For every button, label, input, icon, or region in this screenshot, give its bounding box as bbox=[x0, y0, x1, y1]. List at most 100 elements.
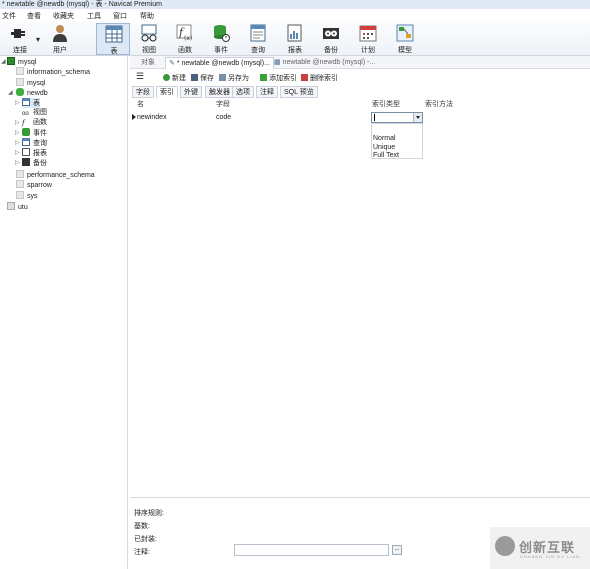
chevron-down-icon[interactable]: ▾ bbox=[36, 35, 40, 44]
view-icon bbox=[141, 24, 157, 42]
expand-icon[interactable]: ▷ bbox=[15, 159, 20, 166]
index-grid: 名 字段 索引类型 索引方法 newindex code bbox=[132, 100, 476, 126]
report-icon bbox=[22, 148, 30, 156]
database-icon bbox=[16, 170, 24, 178]
database-icon bbox=[16, 88, 24, 96]
model-button[interactable]: 模型 bbox=[388, 23, 422, 55]
save-button[interactable]: 保存 bbox=[191, 73, 214, 83]
connect-button[interactable]: 连接 bbox=[3, 23, 37, 55]
expand-icon[interactable]: ▷ bbox=[15, 149, 20, 156]
tab-comment[interactable]: 注释 bbox=[256, 86, 278, 98]
tree-connection-mysql[interactable]: mysql bbox=[7, 57, 36, 67]
column-header-name[interactable]: 名 bbox=[137, 100, 144, 110]
function-icon: f bbox=[22, 119, 25, 127]
tab-fields[interactable]: 字段 bbox=[132, 86, 154, 98]
user-button[interactable]: 用户 bbox=[43, 23, 77, 55]
query-label: 查询 bbox=[251, 47, 265, 54]
column-header-index-method[interactable]: 索引方法 bbox=[425, 100, 453, 110]
tree-queries[interactable]: 查询 bbox=[22, 138, 47, 148]
window-title: * newtable @newdb (mysql) - 表 - Navicat … bbox=[2, 1, 162, 8]
expand-icon[interactable]: ▷ bbox=[15, 139, 20, 146]
option-fulltext[interactable]: Full Text bbox=[373, 151, 399, 160]
menu-favorites[interactable]: 收藏夹 bbox=[53, 11, 74, 21]
tab-foreign-keys[interactable]: 外键 bbox=[180, 86, 202, 98]
table-icon bbox=[105, 25, 123, 43]
tab-newtable-design[interactable]: ✎ * newtable @newdb (mysql)... bbox=[165, 57, 274, 69]
tree-reports[interactable]: 报表 bbox=[22, 148, 47, 158]
option-normal[interactable]: Normal bbox=[373, 134, 396, 143]
main-toolbar: 连接 ▾ 用户 表 视图 f (x) 函数 事件 查询 报表 备份 计划 模型 bbox=[0, 21, 590, 56]
user-icon bbox=[53, 25, 67, 42]
table-row[interactable]: newindex code bbox=[132, 112, 476, 123]
title-bar: * newtable @newdb (mysql) - 表 - Navicat … bbox=[0, 0, 590, 9]
tab-options[interactable]: 选项 bbox=[232, 86, 254, 98]
delete-index-button[interactable]: 删除索引 bbox=[301, 73, 338, 83]
add-index-button[interactable]: 添加索引 bbox=[260, 73, 297, 83]
column-header-field[interactable]: 字段 bbox=[216, 100, 230, 110]
event-button[interactable]: 事件 bbox=[204, 23, 238, 55]
report-button[interactable]: 报表 bbox=[278, 23, 312, 55]
tab-triggers[interactable]: 触发器 bbox=[205, 86, 234, 98]
database-icon bbox=[16, 67, 24, 75]
expand-icon[interactable]: ▷ bbox=[15, 119, 20, 126]
chevron-down-icon[interactable] bbox=[413, 113, 422, 122]
tree-connection-utu[interactable]: utu bbox=[7, 202, 28, 212]
comment-browse-button[interactable]: ... bbox=[392, 545, 402, 555]
menu-icon[interactable]: ☰ bbox=[136, 71, 144, 82]
tree-views[interactable]: oo 视图 bbox=[22, 108, 47, 118]
schedule-button[interactable]: 计划 bbox=[351, 23, 385, 55]
column-header-index-type[interactable]: 索引类型 bbox=[372, 100, 400, 110]
backup-button[interactable]: 备份 bbox=[314, 23, 348, 55]
add-index-icon bbox=[260, 74, 267, 81]
menu-window[interactable]: 窗口 bbox=[113, 11, 127, 21]
tree-db-performance-schema[interactable]: performance_schema bbox=[16, 170, 95, 180]
plug-icon bbox=[11, 29, 25, 38]
tab-indexes[interactable]: 索引 bbox=[156, 86, 178, 98]
expand-icon[interactable]: ▷ bbox=[15, 99, 20, 106]
query-button[interactable]: 查询 bbox=[241, 23, 275, 55]
collapse-icon[interactable]: ◢ bbox=[8, 89, 13, 96]
tree-events[interactable]: 事件 bbox=[22, 128, 47, 138]
new-button[interactable]: 新建 bbox=[163, 73, 186, 83]
new-icon bbox=[163, 74, 170, 81]
tree-db-sys[interactable]: sys bbox=[16, 191, 38, 201]
tree-db-mysql[interactable]: mysql bbox=[16, 78, 45, 88]
collapse-icon[interactable]: ◢ bbox=[1, 58, 6, 65]
tab-sql-preview[interactable]: SQL 预览 bbox=[280, 86, 318, 98]
tree-db-information-schema[interactable]: information_schema bbox=[16, 67, 90, 77]
delete-index-icon bbox=[301, 74, 308, 81]
menu-tools[interactable]: 工具 bbox=[87, 11, 101, 21]
function-button[interactable]: f (x) 函数 bbox=[168, 23, 202, 55]
function-icon: f (x) bbox=[176, 24, 192, 42]
event-icon bbox=[214, 25, 230, 42]
menu-file[interactable]: 文件 bbox=[2, 11, 16, 21]
expand-icon[interactable]: ▷ bbox=[15, 129, 20, 136]
view-button[interactable]: 视图 bbox=[132, 23, 166, 55]
tab-newtable-data[interactable]: ▦ newtable @newdb (mysql) -... bbox=[271, 57, 378, 69]
menu-help[interactable]: 帮助 bbox=[140, 11, 154, 21]
tree-tables[interactable]: 表 bbox=[22, 98, 40, 108]
save-as-button[interactable]: 另存为 bbox=[219, 73, 249, 83]
tree-functions[interactable]: f 函数 bbox=[22, 118, 47, 128]
query-icon bbox=[250, 24, 266, 42]
tree-db-newdb[interactable]: newdb bbox=[16, 88, 48, 98]
index-field-cell[interactable]: code bbox=[216, 112, 231, 123]
comment-input[interactable] bbox=[234, 544, 389, 556]
index-type-select[interactable] bbox=[371, 112, 423, 123]
view-icon: oo bbox=[22, 111, 29, 117]
table-icon bbox=[22, 98, 30, 106]
view-label: 视图 bbox=[142, 47, 156, 54]
cardinality-label: 基数: bbox=[134, 523, 150, 530]
table-button[interactable]: 表 bbox=[96, 23, 130, 55]
database-icon bbox=[16, 78, 24, 86]
menu-view[interactable]: 查看 bbox=[27, 11, 41, 21]
tree-db-sparrow[interactable]: sparrow bbox=[16, 180, 52, 190]
report-icon bbox=[287, 24, 302, 42]
connection-icon bbox=[7, 202, 15, 210]
schedule-label: 计划 bbox=[361, 47, 375, 54]
current-row-icon bbox=[132, 114, 136, 120]
tab-objects[interactable]: 对象 bbox=[138, 57, 158, 69]
index-name-cell[interactable]: newindex bbox=[137, 112, 167, 123]
function-label: 函数 bbox=[178, 47, 192, 54]
tree-backups[interactable]: 备份 bbox=[22, 158, 47, 168]
